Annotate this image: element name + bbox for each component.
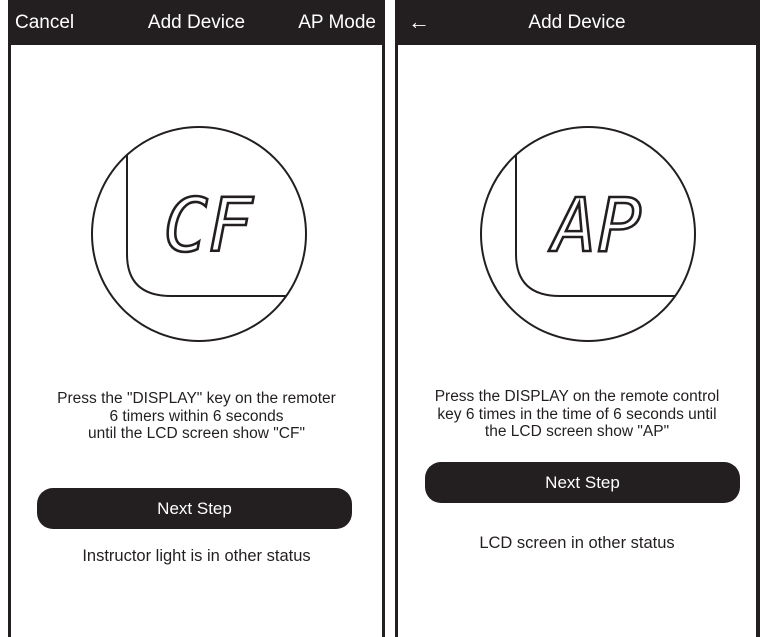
- lcd-text: CF: [163, 183, 254, 269]
- lcd-illustration: CF: [91, 126, 307, 342]
- page-title: Add Device: [528, 12, 626, 33]
- instruction-line: Press the "DISPLAY" key on the remoter: [57, 390, 336, 407]
- left-screen: Cancel Add Device AP Mode CF Press the "…: [8, 0, 385, 637]
- lcd-display: AP: [547, 182, 643, 271]
- instruction-line: key 6 times in the time of 6 seconds unt…: [437, 405, 717, 423]
- instruction-line: 6 timers within 6 seconds: [109, 407, 284, 425]
- right-screen: ← Add Device AP Press the DISPLAY on the…: [395, 0, 760, 637]
- lcd-display: CF: [162, 182, 255, 271]
- other-status-link[interactable]: Instructor light is in other status: [11, 547, 382, 566]
- instruction-line: Press the DISPLAY on the remote control: [434, 388, 720, 405]
- other-status-link[interactable]: LCD screen in other status: [398, 534, 756, 553]
- instruction-line: until the LCD screen show "CF": [88, 425, 305, 442]
- header-bar: ← Add Device: [398, 0, 756, 45]
- instruction-line: the LCD screen show "AP": [484, 423, 670, 440]
- header-bar: Cancel Add Device AP Mode: [11, 0, 382, 45]
- ap-mode-button[interactable]: AP Mode: [298, 0, 376, 45]
- next-step-button[interactable]: Next Step: [37, 488, 352, 529]
- instruction-text: Press the "DISPLAY" key on the remoter 6…: [11, 390, 382, 443]
- next-step-button[interactable]: Next Step: [425, 462, 740, 503]
- lcd-text: AP: [548, 183, 641, 269]
- instruction-text: Press the DISPLAY on the remote control …: [398, 388, 756, 441]
- lcd-illustration: AP: [480, 126, 696, 342]
